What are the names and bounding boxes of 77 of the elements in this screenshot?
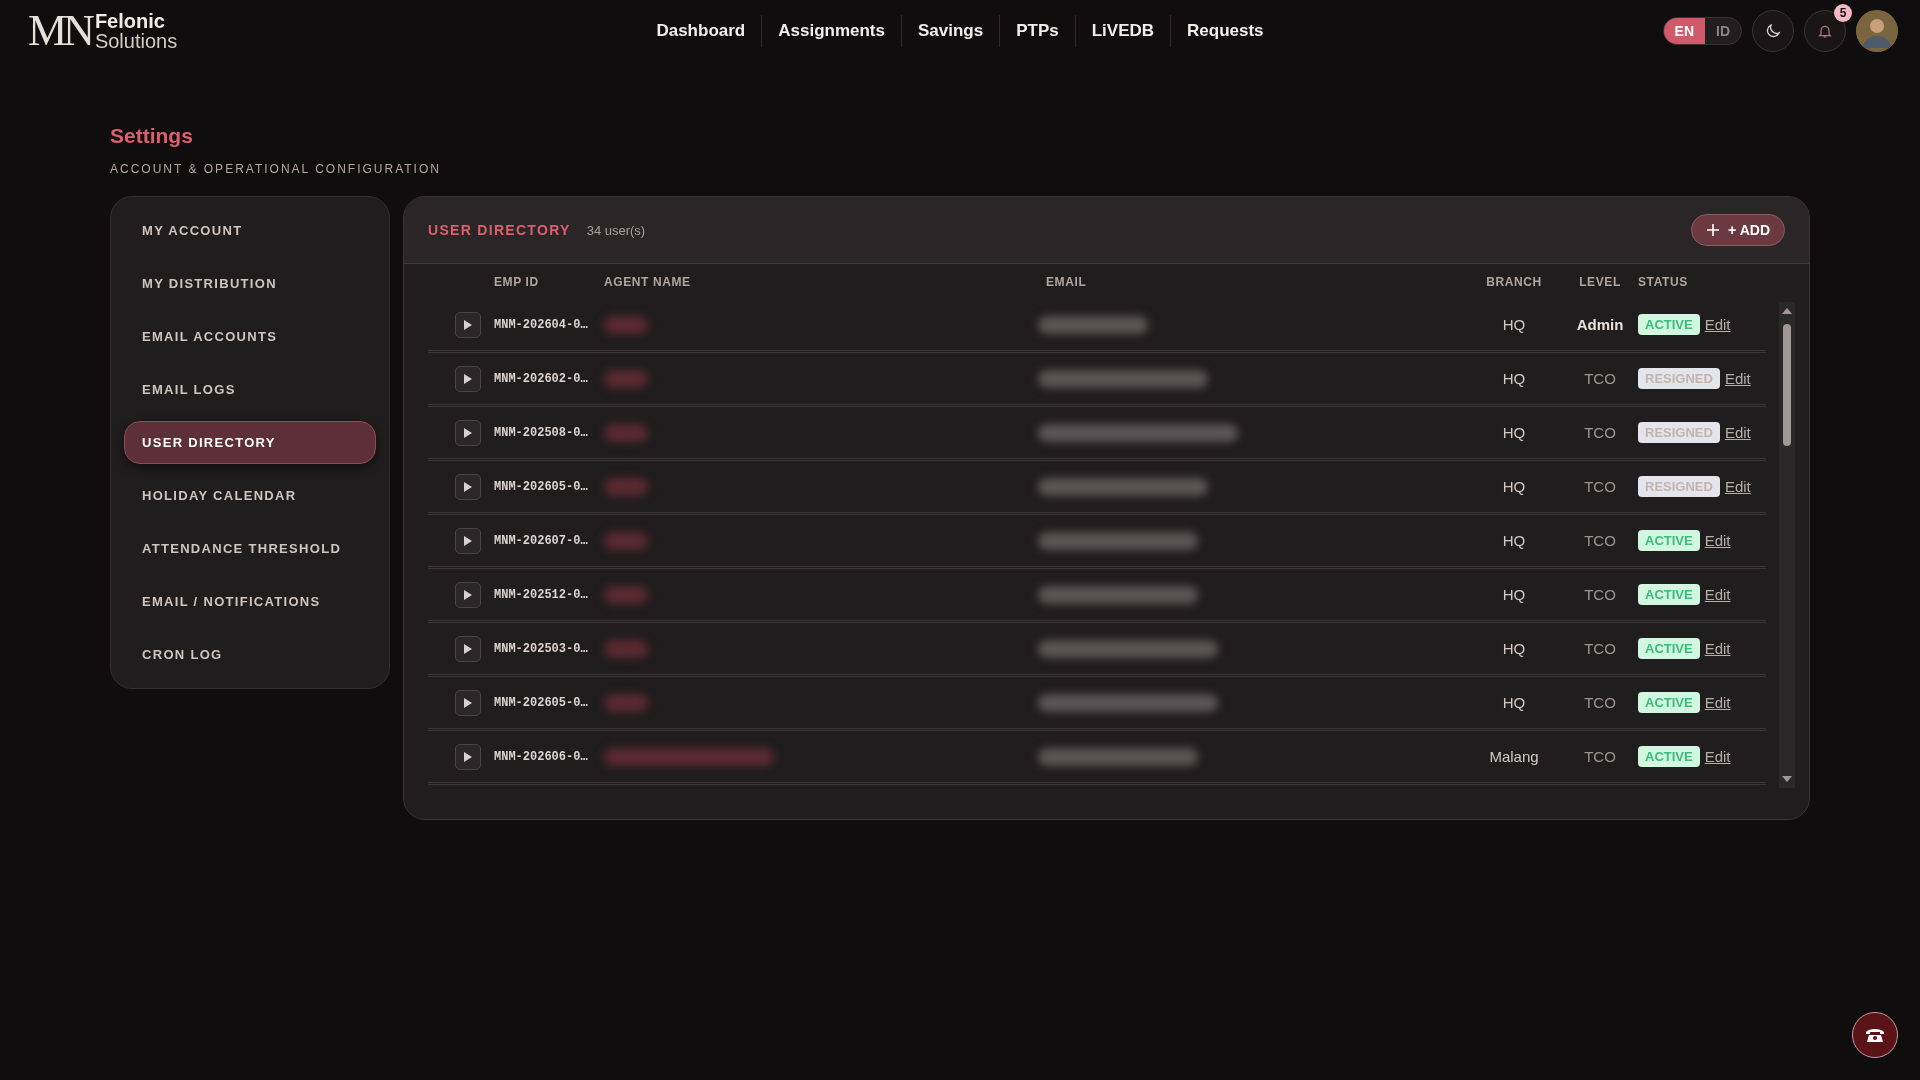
sidebar-item[interactable]: CRON LOG — [124, 633, 376, 676]
emp-id: MNM-202605-0… — [494, 695, 589, 710]
edit-link[interactable]: Edit — [1704, 694, 1731, 711]
brand-tagline: Solutions — [94, 31, 178, 51]
branch-cell: HQ — [1502, 532, 1526, 549]
level-cell: TCO — [1584, 694, 1616, 711]
edit-link[interactable]: Edit — [1704, 748, 1731, 765]
sidebar-item[interactable]: EMAIL ACCOUNTS — [124, 315, 376, 358]
language-option[interactable]: EN — [1663, 18, 1705, 44]
sidebar-item[interactable]: USER DIRECTORY — [124, 421, 376, 464]
sidebar-item[interactable]: MY DISTRIBUTION — [124, 262, 376, 305]
edit-link[interactable]: Edit — [1724, 478, 1751, 495]
branch-cell: Malang — [1489, 748, 1539, 765]
edit-link[interactable]: Edit — [1724, 370, 1751, 387]
status-badge: ACTIVE — [1638, 638, 1700, 659]
status-badge: ACTIVE — [1638, 584, 1700, 605]
level-cell: TCO — [1584, 532, 1616, 549]
nav-link[interactable]: Requests — [1171, 15, 1280, 47]
status-badge: RESIGNED — [1638, 476, 1720, 497]
emp-id: MNM-202508-0… — [494, 425, 589, 440]
edit-link[interactable]: Edit — [1724, 424, 1751, 441]
level-cell: TCO — [1584, 424, 1616, 441]
nav-link[interactable]: PTPs — [1000, 15, 1076, 47]
level-cell: TCO — [1584, 586, 1616, 603]
emp-id: MNM-202606-0… — [494, 749, 589, 764]
status-badge: ACTIVE — [1638, 314, 1700, 335]
language-option[interactable]: ID — [1705, 18, 1741, 44]
user-count: 34 user(s) — [586, 222, 646, 238]
level-cell: TCO — [1584, 478, 1616, 495]
page-subtitle: ACCOUNT & OPERATIONAL CONFIGURATION — [110, 162, 441, 176]
status-badge: RESIGNED — [1638, 368, 1720, 389]
emp-id: MNM-202602-0… — [494, 371, 589, 386]
column-header: STATUS — [1638, 274, 1689, 289]
brand-name: Felonic — [94, 11, 166, 31]
level-cell: TCO — [1584, 748, 1616, 765]
level-cell: TCO — [1584, 370, 1616, 387]
add-button[interactable]: + ADD — [1691, 214, 1785, 246]
edit-link[interactable]: Edit — [1704, 532, 1731, 549]
emp-id: MNM-202605-0… — [494, 479, 589, 494]
branch-cell: HQ — [1502, 370, 1526, 387]
level-cell: TCO — [1584, 640, 1616, 657]
sidebar-item[interactable]: ATTENDANCE THRESHOLD — [124, 527, 376, 570]
branch-cell: HQ — [1502, 424, 1526, 441]
sidebar-item[interactable]: EMAIL LOGS — [124, 368, 376, 411]
column-header: AGENT NAME — [604, 274, 692, 289]
emp-id: MNM-202512-0… — [494, 587, 589, 602]
emp-id: MNM-202607-0… — [494, 533, 589, 548]
sidebar-item[interactable]: MY ACCOUNT — [124, 209, 376, 252]
logo-mark: MN — [28, 9, 91, 53]
branch-cell: HQ — [1502, 694, 1526, 711]
branch-cell: HQ — [1502, 586, 1526, 603]
edit-link[interactable]: Edit — [1704, 586, 1731, 603]
emp-id: MNM-202503-0… — [494, 641, 589, 656]
status-badge: ACTIVE — [1638, 530, 1700, 551]
edit-link[interactable]: Edit — [1704, 316, 1731, 333]
notification-count: 5 — [1834, 4, 1852, 22]
panel-title: USER DIRECTORY — [428, 222, 571, 238]
level-cell: Admin — [1576, 316, 1624, 333]
page-title: Settings — [110, 124, 194, 148]
sidebar-item[interactable]: HOLIDAY CALENDAR — [124, 474, 376, 517]
branch-cell: HQ — [1502, 316, 1526, 333]
status-badge: ACTIVE — [1638, 746, 1700, 767]
column-header: LEVEL — [1579, 274, 1621, 289]
branch-cell: HQ — [1502, 640, 1526, 657]
status-badge: ACTIVE — [1638, 692, 1700, 713]
status-badge: RESIGNED — [1638, 422, 1720, 443]
nav-link[interactable]: Savings — [901, 15, 1001, 47]
nav-link[interactable]: Dashboard — [640, 15, 763, 47]
sidebar-item[interactable]: EMAIL / NOTIFICATIONS — [124, 580, 376, 623]
column-header: EMAIL — [1046, 274, 1088, 289]
column-header: BRANCH — [1486, 274, 1542, 289]
emp-id: MNM-202604-0… — [494, 317, 589, 332]
nav-link[interactable]: Assignments — [762, 15, 902, 47]
column-header: EMP ID — [494, 274, 540, 289]
edit-link[interactable]: Edit — [1704, 640, 1731, 657]
nav-link[interactable]: LiVEDB — [1075, 15, 1172, 47]
branch-cell: HQ — [1502, 478, 1526, 495]
